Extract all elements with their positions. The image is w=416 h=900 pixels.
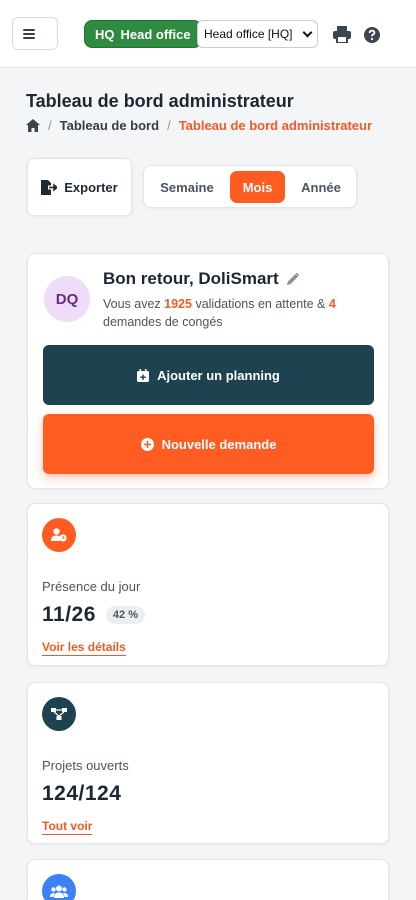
projects-value: 124/124 [42,782,122,805]
breadcrumb-separator: / [48,118,52,133]
breadcrumb-current: Tableau de bord administrateur [178,118,373,133]
users-icon [42,874,76,900]
hq-badge-code: HQ [95,26,115,42]
period-month[interactable]: Mois [230,171,285,203]
welcome-text-middle: validations en attente & [191,297,329,311]
top-bar: HQ Head office Head office [HQ] [0,0,416,68]
team-card [27,859,389,900]
welcome-text-before: Vous avez [103,297,165,311]
hq-badge-label: Head office [120,26,191,42]
attendance-percent-badge: 42 % [105,606,145,624]
user-clock-icon [42,518,76,552]
avatar: DQ [44,276,90,322]
menu-button[interactable] [12,17,58,50]
attendance-card: Présence du jour 11/26 42 % Voir les dét… [27,503,389,666]
period-week[interactable]: Semaine [152,171,222,203]
home-icon[interactable] [26,119,40,132]
project-diagram-icon [42,697,76,731]
add-planning-label: Ajouter un planning [157,367,280,383]
question-circle-icon[interactable] [364,27,380,43]
welcome-text-after: demandes de congés [103,315,223,329]
office-select-value: Head office [HQ] [204,27,293,41]
chevron-down-icon [302,27,313,38]
attendance-label: Présence du jour [42,579,141,594]
file-export-icon [41,179,58,195]
breadcrumb-item-dashboard[interactable]: Tableau de bord [60,118,159,133]
welcome-title: Bon retour, DoliSmart [103,269,299,289]
page-title: Tableau de bord administrateur [26,91,294,111]
period-year[interactable]: Année [292,171,350,203]
hamburger-icon [23,28,37,39]
plus-circle-icon [140,437,154,451]
breadcrumb-separator: / [167,118,171,133]
projects-card: Projets ouverts 124/124 Tout voir [27,682,389,844]
breadcrumb: / Tableau de bord / Tableau de bord admi… [26,118,372,133]
projects-label: Projets ouverts [42,758,129,773]
hq-badge[interactable]: HQ Head office [84,20,202,48]
projects-see-all-link[interactable]: Tout voir [42,819,93,835]
print-icon[interactable] [333,26,351,43]
pending-validations-count: 1925 [164,297,192,311]
welcome-card: DQ Bon retour, DoliSmart Vous avez 1925 … [27,253,389,489]
attendance-count: 11/26 [42,603,96,626]
new-request-label: Nouvelle demande [161,436,277,452]
add-planning-button[interactable]: Ajouter un planning [43,345,374,405]
period-switcher: Semaine Mois Année [143,165,357,208]
welcome-title-text: Bon retour, DoliSmart [103,269,279,288]
attendance-details-link[interactable]: Voir les détails [42,640,126,656]
attendance-value: 11/26 42 % [42,603,145,627]
export-button[interactable]: Exporter [27,158,132,216]
new-request-button[interactable]: Nouvelle demande [43,414,374,474]
welcome-summary: Vous avez 1925 validations en attente & … [103,295,378,331]
export-label: Exporter [64,179,118,195]
calendar-plus-icon [137,368,150,382]
leave-requests-count: 4 [328,297,336,311]
office-select[interactable]: Head office [HQ] [197,20,318,48]
pencil-icon[interactable] [286,273,299,285]
